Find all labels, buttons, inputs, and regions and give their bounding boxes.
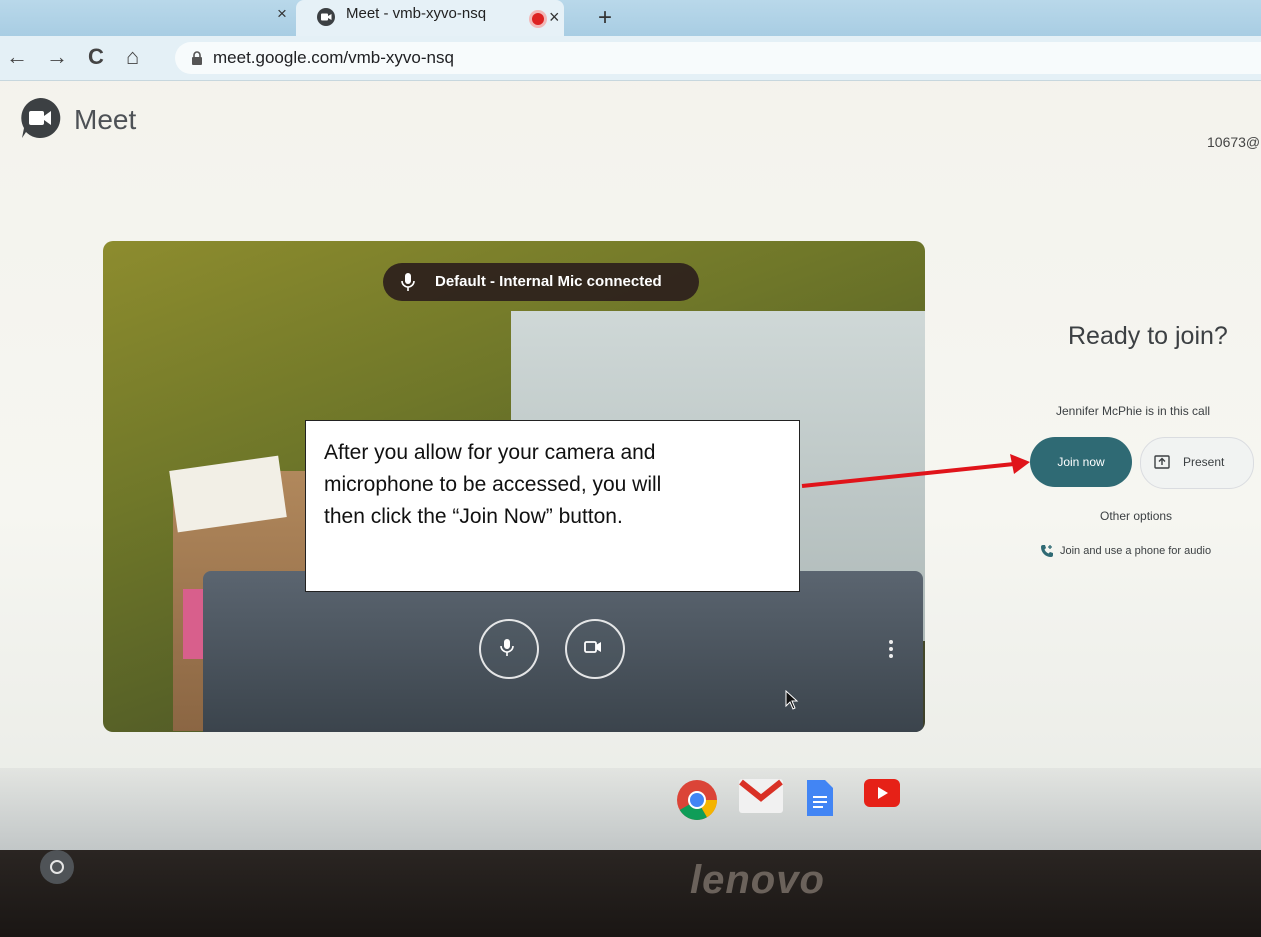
join-with-phone-link[interactable]: Join and use a phone for audio [1040, 544, 1211, 558]
gmail-app-icon[interactable] [738, 778, 784, 814]
launcher-button[interactable] [40, 850, 74, 884]
callout-line-2: microphone to be accessed, you will [324, 473, 662, 496]
tab-strip: × Meet - vmb-xyvo-nsq × + [0, 0, 1261, 36]
more-options-icon[interactable] [889, 637, 895, 661]
home-button[interactable]: ⌂ [126, 44, 139, 70]
mic-toggle-button[interactable] [479, 619, 539, 679]
phone-option-label: Join and use a phone for audio [1060, 544, 1212, 557]
tab-title: Meet - vmb-xyvo-nsq [346, 5, 487, 22]
account-label[interactable]: 10673@ [1207, 134, 1260, 150]
previous-tab-close-button[interactable]: × [277, 4, 287, 24]
forward-button[interactable]: → [46, 44, 68, 70]
lock-icon [191, 51, 203, 70]
microphone-icon [401, 273, 415, 296]
preview-desk-object [203, 571, 923, 732]
microphone-icon [500, 639, 514, 656]
participants-in-call-text: Jennifer McPhie is in this call [1056, 404, 1211, 418]
back-button[interactable]: ← [6, 44, 28, 70]
laptop-screen: × Meet - vmb-xyvo-nsq × + ← → C ⌂ meet.g… [0, 0, 1261, 850]
tab-meet[interactable]: Meet - vmb-xyvo-nsq × [296, 0, 564, 36]
callout-line-1: After you allow for your camera and [324, 441, 656, 464]
os-shelf [0, 768, 1261, 850]
other-options-heading: Other options [1100, 509, 1173, 523]
phone-add-icon [1041, 545, 1053, 557]
youtube-app-icon[interactable] [863, 778, 901, 808]
tab-close-button[interactable]: × [549, 7, 560, 28]
red-arrow-icon [801, 454, 1030, 488]
laptop-brand-logo: lenovo [690, 858, 825, 902]
url-text: meet.google.com/vmb-xyvo-nsq [213, 48, 454, 67]
meet-logo-icon [18, 96, 62, 145]
browser-toolbar: ← → C ⌂ meet.google.com/vmb-xyvo-nsq [0, 36, 1261, 81]
ready-to-join-title: Ready to join? [1068, 322, 1228, 350]
callout-line-3: then click the “Join Now” button. [324, 505, 623, 528]
laptop-bezel [0, 850, 1261, 937]
instruction-callout: After you allow for your camera and micr… [305, 420, 800, 592]
recording-indicator-icon [532, 13, 544, 25]
docs-app-icon[interactable] [805, 778, 835, 818]
video-camera-icon [584, 641, 601, 653]
mic-status-text: Default - Internal Mic connected [435, 273, 662, 290]
meet-favicon-icon [316, 7, 336, 32]
address-bar[interactable]: meet.google.com/vmb-xyvo-nsq [175, 42, 1261, 74]
present-button[interactable]: Present [1140, 437, 1254, 489]
chrome-app-icon[interactable] [675, 778, 719, 822]
present-screen-icon [1154, 455, 1170, 469]
present-button-label: Present [1183, 455, 1225, 469]
join-now-button[interactable]: Join now [1030, 437, 1132, 487]
mouse-cursor-icon [785, 690, 799, 710]
new-tab-button[interactable]: + [598, 4, 612, 32]
app-title: Meet [74, 104, 137, 135]
mic-status-pill: Default - Internal Mic connected [383, 263, 699, 301]
reload-button[interactable]: C [88, 44, 104, 70]
camera-toggle-button[interactable] [565, 619, 625, 679]
